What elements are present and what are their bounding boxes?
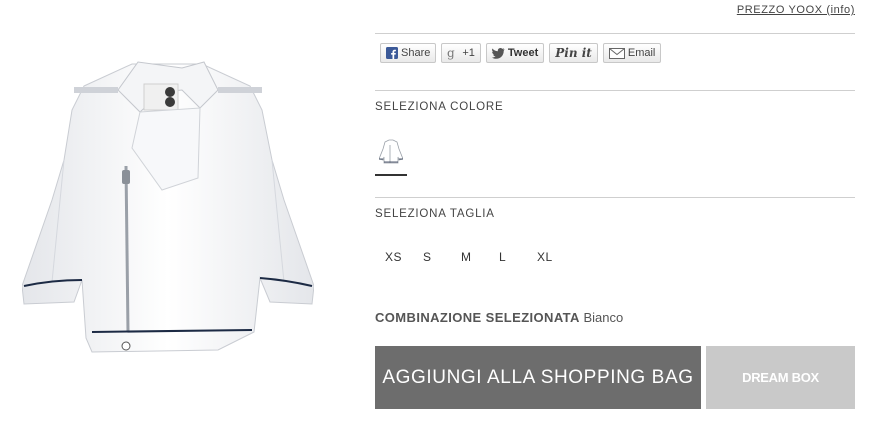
tweet-label: Tweet [507,47,539,59]
pinit-button[interactable]: Pin it [549,43,598,63]
size-option-xs[interactable]: XS [385,250,423,264]
email-label: Email [627,47,656,59]
add-to-shopping-bag-button[interactable]: AGGIUNGI ALLA SHOPPING BAG [375,346,701,409]
google-plus-button[interactable]: g +1 [441,43,481,63]
selected-combination: COMBINAZIONE SELEZIONATA Bianco [375,310,623,325]
google-plus-icon: g [447,46,459,60]
size-option-l[interactable]: L [499,250,537,264]
social-share-bar: Share g +1 Tweet Pin it Email [380,43,662,63]
size-options: XS S M L XL [385,250,575,264]
facebook-share-button[interactable]: Share [380,43,437,63]
select-color-label: SELEZIONA COLORE [375,101,504,113]
price-info-link[interactable]: PREZZO YOOX (info) [737,4,855,16]
envelope-icon [608,47,625,59]
size-option-xl[interactable]: XL [537,250,575,264]
facebook-share-label: Share [401,47,431,59]
product-image[interactable] [22,50,314,362]
twitter-bird-icon [491,47,505,59]
size-option-m[interactable]: M [461,250,499,264]
size-option-s[interactable]: S [423,250,461,264]
google-plus-label: +1 [462,47,475,59]
selected-color-indicator [375,174,407,176]
facebook-icon [386,47,398,59]
selected-combination-value: Bianco [583,310,624,325]
divider [375,197,855,198]
divider [375,33,855,34]
jacket-thumbnail-icon [379,139,403,164]
email-share-button[interactable]: Email [602,43,662,63]
dream-box-button[interactable]: DREAM BOX [706,346,855,409]
select-size-label: SELEZIONA TAGLIA [375,208,495,220]
tweet-button[interactable]: Tweet [485,43,545,63]
pinit-label: Pin it [555,46,592,60]
product-page: PREZZO YOOX (info) Share g +1 Tweet Pin … [0,0,876,429]
color-swatch-bianco[interactable] [375,134,407,170]
selected-combination-label: COMBINAZIONE SELEZIONATA [375,310,580,325]
jacket-illustration [22,61,314,353]
svg-text:g: g [447,46,455,60]
divider [375,90,855,91]
